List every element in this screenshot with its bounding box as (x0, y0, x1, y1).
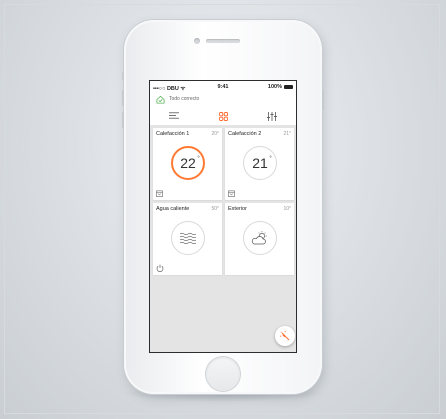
zone-card-hot-water[interactable]: Agua caliente 50° (153, 203, 222, 275)
setpoint-unit: ° (197, 156, 200, 162)
partly-cloudy-icon (251, 231, 267, 245)
front-camera (194, 38, 200, 44)
zone-current-temp: 10° (283, 206, 291, 212)
setpoint-value: 22 ° (180, 155, 200, 171)
setpoint-number: 22 (180, 155, 196, 171)
quick-action-button[interactable] (275, 326, 295, 346)
tab-list[interactable] (150, 108, 198, 124)
magic-wand-icon (279, 330, 289, 340)
power-side-button (322, 90, 324, 110)
weather-dial[interactable] (243, 221, 277, 255)
schedule-icon[interactable] (228, 190, 235, 197)
hot-water-dial[interactable] (171, 221, 205, 255)
temperature-dial[interactable]: 22 ° (171, 146, 205, 180)
tab-dashboard[interactable] (199, 108, 247, 124)
volume-up-button (122, 90, 124, 106)
mute-switch (122, 72, 124, 80)
status-text: Todo correcto (169, 96, 200, 102)
home-check-icon (156, 95, 165, 104)
sliders-icon (267, 111, 277, 121)
earpiece-speaker (206, 39, 240, 43)
menu-lines-icon (169, 112, 179, 119)
system-status-notice[interactable]: Todo correcto (156, 94, 199, 104)
water-waves-icon (180, 232, 196, 244)
home-button (206, 357, 240, 391)
zone-title: Calefacción 1 (156, 131, 190, 137)
setpoint-value: 21 ° (252, 155, 272, 171)
zones-grid: Calefacción 1 20° 22 ° Calefacción 2 21° … (150, 125, 296, 352)
zone-title: Agua caliente (156, 206, 190, 212)
tab-bar (150, 108, 296, 124)
zone-current-temp: 50° (211, 206, 219, 212)
grid-icon (218, 111, 228, 121)
setpoint-number: 21 (252, 155, 268, 171)
volume-down-button (122, 112, 124, 128)
zone-card-heating-1[interactable]: Calefacción 1 20° 22 ° (153, 128, 222, 200)
phone-device: •••○○ DBU ᯤ 9:41 100% Todo correcto Cale… (122, 20, 324, 394)
zone-card-exterior[interactable]: Exterior 10° (225, 203, 294, 275)
battery-percent: 100% (267, 84, 282, 90)
battery-icon (284, 84, 293, 89)
zone-title: Calefacción 2 (228, 131, 262, 137)
zone-card-heating-2[interactable]: Calefacción 2 21° 21 ° (225, 128, 294, 200)
status-bar: •••○○ DBU ᯤ 9:41 100% (150, 81, 296, 92)
zone-current-temp: 20° (211, 131, 219, 137)
zone-title: Exterior (228, 206, 247, 212)
phone-screen: •••○○ DBU ᯤ 9:41 100% Todo correcto Cale… (150, 81, 296, 352)
tab-settings[interactable] (248, 108, 296, 124)
zone-current-temp: 21° (283, 131, 291, 137)
schedule-icon[interactable] (156, 190, 163, 197)
power-icon[interactable] (156, 264, 164, 272)
setpoint-unit: ° (269, 156, 272, 162)
temperature-dial[interactable]: 21 ° (243, 146, 277, 180)
